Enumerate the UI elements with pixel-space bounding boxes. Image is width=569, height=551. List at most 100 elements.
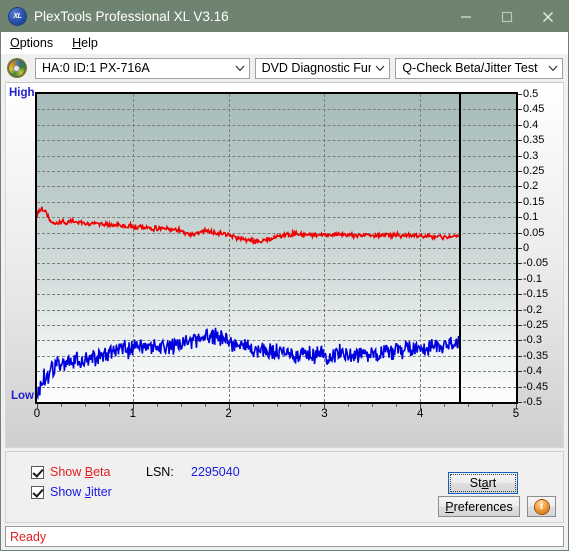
x-axis-minor-tick — [60, 404, 62, 407]
y-axis-tick-label: -0.05 — [523, 257, 549, 270]
x-axis-tick-label: 2 — [225, 408, 232, 420]
y-axis-tick-mark — [518, 355, 522, 357]
test-select[interactable]: Q-Check Beta/Jitter Test — [395, 57, 563, 79]
x-axis-minor-tick — [444, 404, 446, 407]
y-axis-tick-mark — [518, 402, 522, 403]
test-select-value: Q-Check Beta/Jitter Test — [402, 61, 538, 75]
window-title: PlexTools Professional XL V3.16 — [34, 9, 229, 24]
y-axis-tick-label: 0.4 — [523, 118, 539, 131]
menu-options-accel: O — [10, 35, 20, 50]
lsn-label: LSN: — [146, 465, 174, 479]
preferences-button[interactable]: Preferences — [438, 496, 520, 517]
x-axis-minor-tick — [396, 404, 398, 407]
y-axis-tick-mark — [518, 217, 522, 219]
x-axis-tick-mark — [324, 404, 326, 409]
y-axis-tick-label: 0.25 — [523, 165, 545, 177]
close-icon[interactable] — [527, 1, 568, 32]
x-axis-tick-label: 0 — [33, 408, 41, 420]
x-axis-minor-tick — [156, 404, 158, 407]
menu-help-label: elp — [81, 35, 98, 50]
chart-canvas: High Low 0.5 0.45 0.4 0.35 0.3 0.25 0.2 0.15 0.1… — [6, 83, 563, 447]
position-marker — [458, 94, 461, 402]
selector-toolbar: HA:0 ID:1 PX-716A DVD Diagnostic Functio… — [1, 54, 568, 82]
y-axis-tick-label: 0.3 — [523, 149, 539, 162]
y-axis-tick-mark — [518, 186, 522, 188]
plot-area — [35, 92, 518, 404]
info-icon: i — [534, 499, 549, 514]
y-axis-tick-label: -0.4 — [523, 365, 542, 378]
y-axis-tick-label: 0.1 — [523, 211, 539, 224]
x-axis-minor-tick — [348, 404, 350, 407]
lsn-value: 2295040 — [191, 465, 240, 479]
plextools-window: XL PlexTools Professional XL V3.16 Optio… — [0, 0, 569, 551]
y-axis-tick-mark — [518, 386, 522, 388]
y-axis-tick-mark — [518, 248, 522, 249]
x-axis-minor-tick — [84, 404, 86, 407]
x-axis-tick-mark — [516, 404, 517, 409]
show-beta-checkbox[interactable] — [31, 465, 44, 479]
preferences-button-label: Preferences — [445, 499, 513, 514]
show-jitter-checkbox[interactable] — [31, 485, 44, 499]
x-axis-minor-tick — [276, 404, 278, 407]
x-axis-minor-tick — [204, 404, 206, 407]
show-jitter-row[interactable]: Show Jitter — [31, 485, 112, 499]
show-beta-label: Show Beta — [50, 465, 111, 479]
y-axis-tick-mark — [518, 278, 522, 280]
y-axis-tick-label: -0.45 — [523, 380, 549, 393]
y-axis-tick-label: 0.5 — [523, 88, 539, 100]
menu-item-help[interactable]: Help — [70, 34, 107, 52]
axis-label-low: Low — [11, 390, 34, 402]
x-axis-minor-tick — [468, 404, 470, 407]
x-axis-minor-tick — [492, 404, 494, 407]
x-axis-tick-label: 1 — [129, 408, 136, 420]
function-select-value: DVD Diagnostic Functions — [261, 61, 372, 75]
series-show-jitter — [37, 327, 460, 401]
x-axis-tick-label: 4 — [416, 408, 424, 420]
chart-panel: High Low 0.5 0.45 0.4 0.35 0.3 0.25 0.2 0.15 0.1… — [5, 82, 564, 448]
y-axis-tick-mark — [518, 171, 522, 172]
start-button-label: Start — [469, 476, 497, 490]
y-axis-tick-label: -0.1 — [523, 272, 542, 285]
show-jitter-label: Show Jitter — [50, 485, 112, 499]
drive-select-value: HA:0 ID:1 PX-716A — [41, 61, 150, 75]
y-axis-tick-label: 0.15 — [523, 195, 545, 208]
y-axis-tick-mark — [518, 325, 522, 326]
y-axis-tick-mark — [518, 309, 522, 311]
x-axis-minor-tick — [372, 404, 374, 407]
disc-icon — [8, 59, 26, 77]
xl-logo-icon: XL — [9, 8, 26, 25]
y-axis-tick-label: -0.25 — [523, 319, 549, 331]
y-axis-tick-label: 0.2 — [523, 180, 539, 193]
y-axis-tick-label: -0.5 — [523, 396, 542, 408]
drive-select[interactable]: HA:0 ID:1 PX-716A — [34, 57, 250, 79]
y-axis-tick-mark — [518, 94, 522, 95]
info-button[interactable]: i — [527, 496, 556, 517]
menu-help-accel: H — [72, 35, 82, 50]
show-beta-row[interactable]: Show Beta — [31, 465, 110, 479]
y-axis-tick-mark — [518, 232, 522, 234]
y-axis-tick-mark — [518, 140, 522, 142]
x-axis-tick-mark — [132, 404, 134, 409]
minimize-icon[interactable] — [445, 1, 486, 32]
maximize-icon[interactable] — [486, 1, 527, 32]
y-axis-tick-mark — [518, 124, 522, 126]
x-axis-minor-tick — [108, 404, 110, 407]
x-axis-minor-tick — [300, 404, 302, 407]
y-axis-tick-mark — [518, 109, 522, 111]
x-axis-tick-mark — [37, 404, 38, 409]
chevron-down-icon — [371, 65, 389, 72]
start-button[interactable]: Start — [448, 472, 518, 494]
y-axis-tick-mark — [518, 340, 522, 342]
y-axis-tick-label: -0.35 — [523, 349, 549, 362]
y-axis-tick-label: -0.2 — [523, 303, 542, 316]
menu-item-options[interactable]: Options — [8, 34, 62, 52]
series-show-beta — [37, 206, 460, 245]
function-select[interactable]: DVD Diagnostic Functions — [254, 57, 391, 79]
y-axis-tick-mark — [518, 155, 522, 157]
title-bar: XL PlexTools Professional XL V3.16 — [1, 1, 568, 32]
y-axis-tick-label: 0 — [523, 242, 530, 254]
x-axis-tick-label: 5 — [512, 408, 520, 420]
controls-panel: Show Beta Show Jitter LSN: 2295040 Start… — [5, 451, 564, 523]
y-axis-tick-label: 0.45 — [523, 103, 545, 116]
window-buttons — [445, 1, 568, 32]
